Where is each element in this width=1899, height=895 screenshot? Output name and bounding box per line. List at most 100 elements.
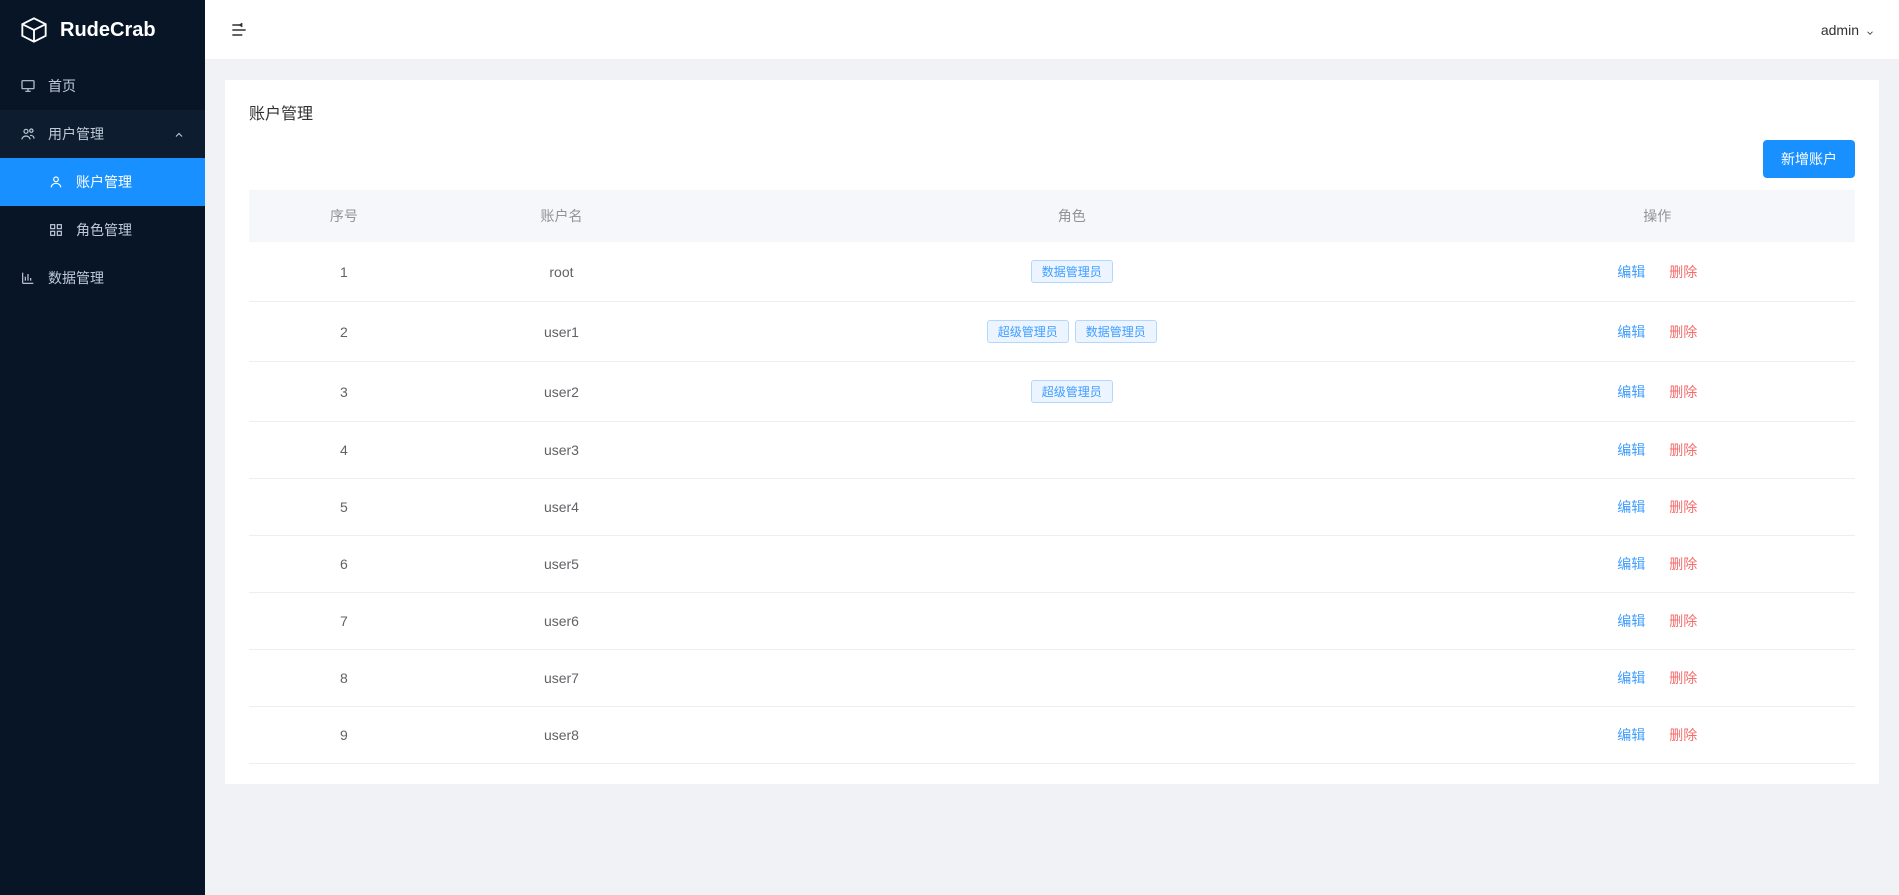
delete-link[interactable]: 删除	[1669, 324, 1697, 340]
delete-link[interactable]: 删除	[1669, 727, 1697, 743]
cell-actions: 编辑 删除	[1459, 536, 1855, 593]
role-tag: 数据管理员	[1031, 260, 1113, 283]
cell-index: 5	[249, 479, 439, 536]
cell-username: user6	[439, 593, 684, 650]
cell-index: 4	[249, 422, 439, 479]
table-row: 8user7 编辑 删除	[249, 650, 1855, 707]
sidebar-item-label: 数据管理	[48, 268, 104, 288]
cell-actions: 编辑 删除	[1459, 593, 1855, 650]
table-row: 7user6 编辑 删除	[249, 593, 1855, 650]
logo-area: RudeCrab	[0, 0, 205, 60]
edit-link[interactable]: 编辑	[1617, 442, 1645, 458]
cell-username: user4	[439, 479, 684, 536]
cell-role: 超级管理员	[684, 362, 1459, 422]
grid-icon	[48, 222, 64, 238]
cell-actions: 编辑 删除	[1459, 362, 1855, 422]
cell-actions: 编辑 删除	[1459, 479, 1855, 536]
delete-link[interactable]: 删除	[1669, 613, 1697, 629]
edit-link[interactable]: 编辑	[1617, 670, 1645, 686]
cell-role	[684, 593, 1459, 650]
role-tag: 超级管理员	[987, 320, 1069, 343]
table-row: 5user4 编辑 删除	[249, 479, 1855, 536]
sidebar-item-role-mgmt[interactable]: 角色管理	[0, 206, 205, 254]
table-row: 9user8 编辑 删除	[249, 707, 1855, 764]
delete-link[interactable]: 删除	[1669, 384, 1697, 400]
cell-index: 9	[249, 707, 439, 764]
add-account-button[interactable]: 新增账户	[1763, 140, 1855, 178]
cell-username: user3	[439, 422, 684, 479]
sidebar-item-label: 首页	[48, 76, 76, 96]
delete-link[interactable]: 删除	[1669, 556, 1697, 572]
sidebar-item-label: 用户管理	[48, 124, 104, 144]
cell-role: 超级管理员数据管理员	[684, 302, 1459, 362]
cell-index: 1	[249, 242, 439, 302]
edit-link[interactable]: 编辑	[1617, 324, 1645, 340]
sidebar-item-account-mgmt[interactable]: 账户管理	[0, 158, 205, 206]
submenu-user-mgmt: 账户管理 角色管理	[0, 158, 205, 254]
edit-link[interactable]: 编辑	[1617, 384, 1645, 400]
brand-name: RudeCrab	[60, 19, 156, 42]
accounts-table: 序号 账户名 角色 操作 1root数据管理员编辑删除2user1超级管理员数据…	[249, 190, 1855, 764]
cell-role	[684, 479, 1459, 536]
cell-actions: 编辑 删除	[1459, 302, 1855, 362]
cell-username: user2	[439, 362, 684, 422]
cell-index: 8	[249, 650, 439, 707]
user-menu[interactable]: admin	[1821, 22, 1875, 38]
cell-index: 7	[249, 593, 439, 650]
sidebar-item-home[interactable]: 首页	[0, 62, 205, 110]
table-row: 1root 数据管理员 编辑 删除	[249, 242, 1855, 302]
menu-toggle-icon[interactable]	[229, 20, 249, 40]
sidebar-item-label: 角色管理	[76, 220, 132, 240]
page-title: 账户管理	[249, 100, 1855, 124]
col-username: 账户名	[439, 190, 684, 242]
cell-actions: 编辑 删除	[1459, 707, 1855, 764]
delete-link[interactable]: 删除	[1669, 499, 1697, 515]
username: admin	[1821, 22, 1859, 38]
edit-link[interactable]: 编辑	[1617, 499, 1645, 515]
cell-index: 6	[249, 536, 439, 593]
sidebar-item-label: 账户管理	[76, 172, 132, 192]
cell-actions: 编辑 删除	[1459, 242, 1855, 302]
cell-actions: 编辑 删除	[1459, 650, 1855, 707]
sidebar: RudeCrab 首页 用户管理	[0, 0, 205, 895]
cell-index: 2	[249, 302, 439, 362]
cell-role	[684, 536, 1459, 593]
table-row: 6user5 编辑 删除	[249, 536, 1855, 593]
role-tag: 数据管理员	[1075, 320, 1157, 343]
cell-username: user5	[439, 536, 684, 593]
delete-link[interactable]: 删除	[1669, 670, 1697, 686]
cell-username: root	[439, 242, 684, 302]
chevron-down-icon	[1865, 25, 1875, 35]
cell-username: user7	[439, 650, 684, 707]
table-row: 3user2 超级管理员 编辑 删除	[249, 362, 1855, 422]
chevron-up-icon	[173, 128, 185, 140]
edit-link[interactable]: 编辑	[1617, 556, 1645, 572]
header: admin	[205, 0, 1899, 60]
chart-icon	[20, 270, 36, 286]
sidebar-item-user-mgmt[interactable]: 用户管理	[0, 110, 205, 158]
cell-role	[684, 650, 1459, 707]
logo-icon	[20, 16, 48, 44]
users-icon	[20, 126, 36, 142]
cell-username: user8	[439, 707, 684, 764]
content: 账户管理 新增账户 序号 账户名 角色 操作 1root数据管理员编辑删除2us…	[205, 60, 1899, 895]
sidebar-item-data-mgmt[interactable]: 数据管理	[0, 254, 205, 302]
toolbar: 新增账户	[249, 140, 1855, 178]
cell-role: 数据管理员	[684, 242, 1459, 302]
role-tag: 超级管理员	[1031, 380, 1113, 403]
delete-link[interactable]: 删除	[1669, 442, 1697, 458]
edit-link[interactable]: 编辑	[1617, 613, 1645, 629]
cell-role	[684, 707, 1459, 764]
edit-link[interactable]: 编辑	[1617, 727, 1645, 743]
edit-link[interactable]: 编辑	[1617, 264, 1645, 280]
col-index: 序号	[249, 190, 439, 242]
card: 账户管理 新增账户 序号 账户名 角色 操作 1root数据管理员编辑删除2us…	[225, 80, 1879, 784]
delete-link[interactable]: 删除	[1669, 264, 1697, 280]
cell-index: 3	[249, 362, 439, 422]
table-row: 4user3 编辑 删除	[249, 422, 1855, 479]
col-role: 角色	[684, 190, 1459, 242]
cell-role	[684, 422, 1459, 479]
user-icon	[48, 174, 64, 190]
cell-actions: 编辑 删除	[1459, 422, 1855, 479]
sidebar-menu: 首页 用户管理 账户管理	[0, 60, 205, 302]
